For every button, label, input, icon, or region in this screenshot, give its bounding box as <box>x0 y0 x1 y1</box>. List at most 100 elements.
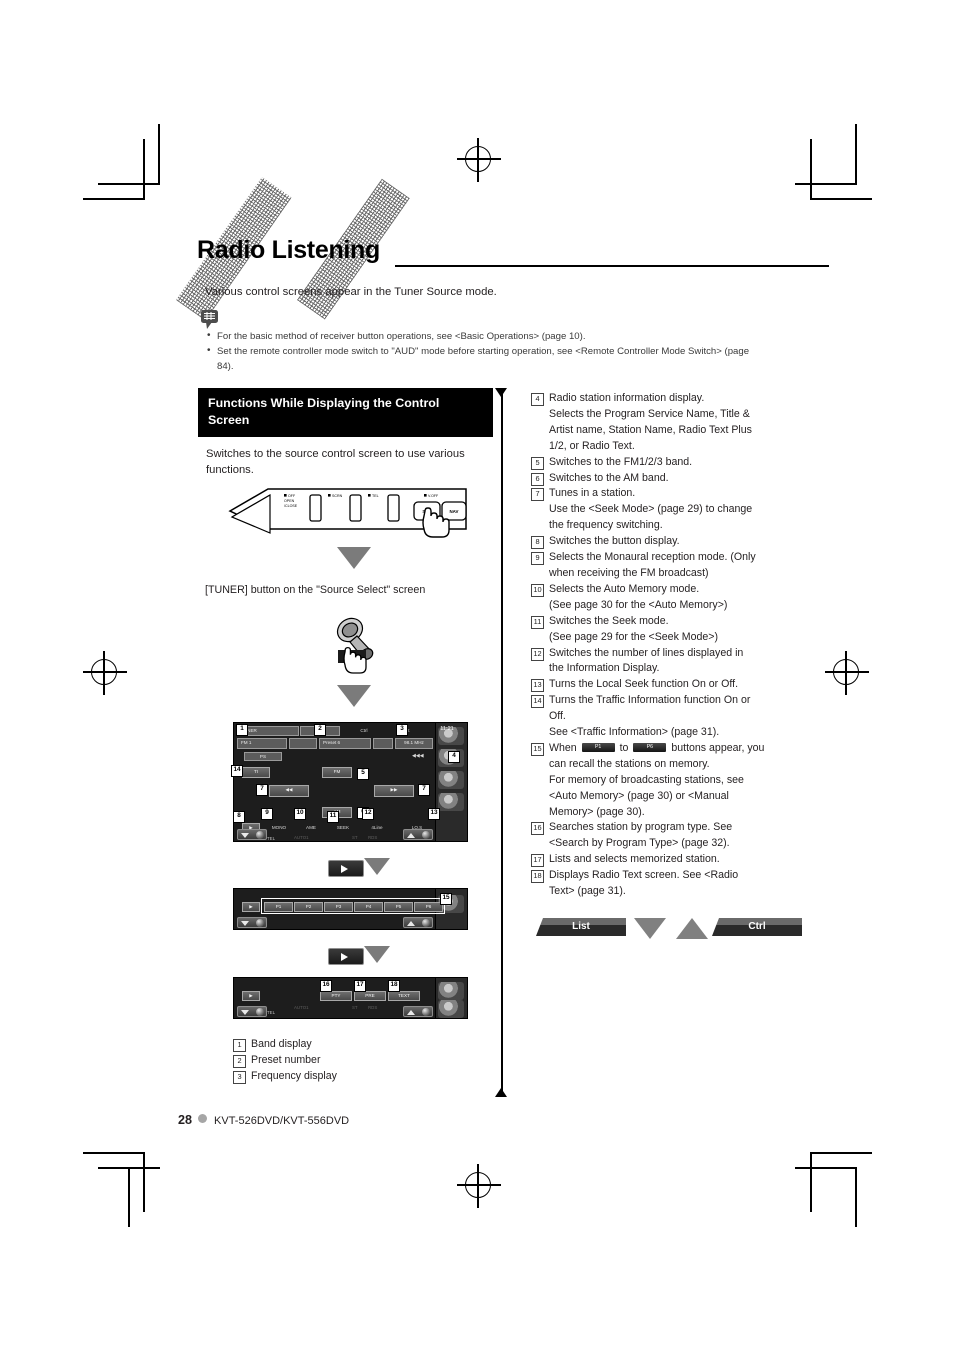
item-number: 3 <box>233 1070 246 1084</box>
screen-key-next-page-3[interactable]: ▶ <box>242 991 260 1001</box>
screen-key-pre[interactable]: PRE <box>354 991 386 1001</box>
volume-up-knob-2[interactable] <box>403 917 433 928</box>
item15-prefix: When <box>549 741 577 754</box>
step-button-1[interactable] <box>328 860 364 877</box>
note-item: Set the remote controller mode switch to… <box>205 344 765 374</box>
screen-ps-label: PS <box>244 752 282 761</box>
screen-key-seek-forward[interactable]: ▶▶ <box>374 785 414 797</box>
screen-preset-number: Preset 6 <box>319 738 371 749</box>
list-item: 14 Turns the Traffic Information functio… <box>531 693 831 741</box>
footer-dot <box>198 1114 208 1123</box>
callout-13: 13 <box>428 808 440 820</box>
volume-down-knob[interactable] <box>237 829 267 840</box>
screen-status-rds-3: RDS <box>368 1005 378 1010</box>
crop-mark-tr-h <box>810 198 872 200</box>
crop-mark-tl-v <box>143 139 145 199</box>
svg-text:TEL: TEL <box>372 494 379 498</box>
list-item-15: 15 When P1 to P6 buttons appear, you can… <box>531 741 831 821</box>
notes-list: For the basic method of receiver button … <box>205 329 765 375</box>
callout-1: 1 <box>236 724 248 736</box>
column-separator <box>501 390 503 1096</box>
item-line-with-keys: When P1 to P6 buttons appear, you <box>549 741 831 757</box>
volume-down-knob-2[interactable] <box>237 917 267 928</box>
sidebar-icon-setup[interactable] <box>438 793 464 811</box>
screen-key-ame[interactable]: AME <box>296 824 326 831</box>
item-number: 2 <box>233 1054 246 1068</box>
item-number: 13 <box>531 679 544 693</box>
item-line: Lists and selects memorized station. <box>549 853 720 866</box>
item-line: can recall the stations on memory. <box>549 757 710 770</box>
note-bubble-icon <box>200 309 222 331</box>
crop-mark-br-v <box>810 1152 812 1212</box>
screen-key-mono[interactable]: MONO <box>262 824 296 831</box>
legend-list-button[interactable]: List <box>536 918 626 936</box>
preset-key-glyph-p1-label: P1 <box>594 744 602 751</box>
screen-key-ti[interactable]: TI <box>242 767 270 778</box>
list-item: 5 Switches to the FM1/2/3 band. <box>531 455 831 471</box>
screen-key-fm[interactable]: FM <box>322 767 352 778</box>
screen-key-pty[interactable]: PTY <box>320 991 352 1001</box>
crop-mark-bl-v <box>143 1152 145 1212</box>
svg-text:/CLOSE: /CLOSE <box>284 504 298 508</box>
triangle-up-icon <box>676 918 708 939</box>
volume-up-knob-3[interactable] <box>403 1006 433 1017</box>
speaker-horn-icon <box>330 615 382 677</box>
screen-status-tel-3: TEL <box>267 1010 276 1015</box>
screen-status-st-3: ST <box>352 1005 358 1010</box>
faceplate-illustration: OFF OPEN/CLOSE SCRN TEL V.OFF SRCNAV <box>228 483 468 545</box>
item-line: Displays Radio Text screen. See <Radio <box>549 869 739 882</box>
svg-text:OFF: OFF <box>288 494 296 498</box>
item-number: 10 <box>531 583 544 597</box>
list-item: 11 Switches the Seek mode. (See page 29 … <box>531 614 831 646</box>
callout-2: 2 <box>314 724 326 736</box>
control-screen-extra: ▶ PTY PRE TEXT AUTO1 ST RDS TEL <box>233 977 468 1019</box>
callout-14: 14 <box>231 765 243 777</box>
item-line: Turns the Local Seek function On or Off. <box>549 678 739 691</box>
item-line: Switches the number of lines displayed i… <box>549 646 744 659</box>
volume-up-knob[interactable] <box>403 829 433 840</box>
preset-highlight-box <box>261 898 445 914</box>
item-number: 15 <box>531 742 544 756</box>
screen-key-seek-back[interactable]: ◀◀ <box>269 785 309 797</box>
screen-blank-2 <box>373 738 393 749</box>
crop-mark-tl2-h <box>98 183 160 185</box>
callout-7a: 7 <box>256 784 268 796</box>
item-number: 5 <box>531 456 544 470</box>
list-item: 3 Frequency display <box>233 1069 483 1085</box>
screen-key-lines[interactable]: 4Line <box>360 824 394 831</box>
list-item: 10 Selects the Auto Memory mode. (See pa… <box>531 582 831 614</box>
legend-ctrl-button[interactable]: Ctrl <box>712 918 802 936</box>
flow-arrow-4 <box>364 946 390 963</box>
left-column: Functions While Displaying the Control S… <box>198 388 493 478</box>
crop-mark-br2-h <box>795 1167 857 1169</box>
screen-band-display: FM 1 <box>237 738 287 749</box>
sidebar-icon-setup-3[interactable] <box>438 982 464 1000</box>
item-number: 9 <box>531 552 544 566</box>
callout-5: 5 <box>357 768 369 780</box>
crop-mark-bl2-v <box>128 1167 130 1227</box>
manual-page: Radio Listening Various control screens … <box>0 0 954 1350</box>
screen-key-text[interactable]: TEXT <box>388 991 420 1001</box>
section-body: Switches to the source control screen to… <box>206 448 465 477</box>
item-number: 8 <box>531 536 544 550</box>
volume-down-knob-3[interactable] <box>237 1006 267 1017</box>
screen-ctrl-tab[interactable]: Ctrl <box>344 727 384 734</box>
screen-status-rds: RDS <box>368 835 378 840</box>
sidebar-icon-source-3[interactable] <box>438 1000 464 1018</box>
screen-key-seek[interactable]: SEEK <box>326 824 360 831</box>
footer-model: KVT-526DVD/KVT-556DVD <box>214 1115 350 1127</box>
screen-key-next-page-2[interactable]: ▶ <box>242 902 260 912</box>
callout-4: 4 <box>448 751 460 763</box>
list-item: 13 Turns the Local Seek function On or O… <box>531 677 831 693</box>
sidebar-icon-disc[interactable] <box>438 771 464 789</box>
rewind-icon[interactable]: ◀◀◀ <box>412 753 424 760</box>
item-line: (See page 29 for the <Seek Mode>) <box>549 630 719 643</box>
item-line: Selects the Program Service Name, Title … <box>549 407 750 420</box>
step-button-2[interactable] <box>328 948 364 965</box>
item-number: 12 <box>531 647 544 661</box>
item-line: See <Traffic Information> (page 31). <box>549 726 720 739</box>
svg-text:SCRN: SCRN <box>332 494 343 498</box>
item-line: when receiving the FM broadcast) <box>549 566 709 579</box>
callout-9: 9 <box>261 808 273 820</box>
item-number: 18 <box>531 870 544 884</box>
